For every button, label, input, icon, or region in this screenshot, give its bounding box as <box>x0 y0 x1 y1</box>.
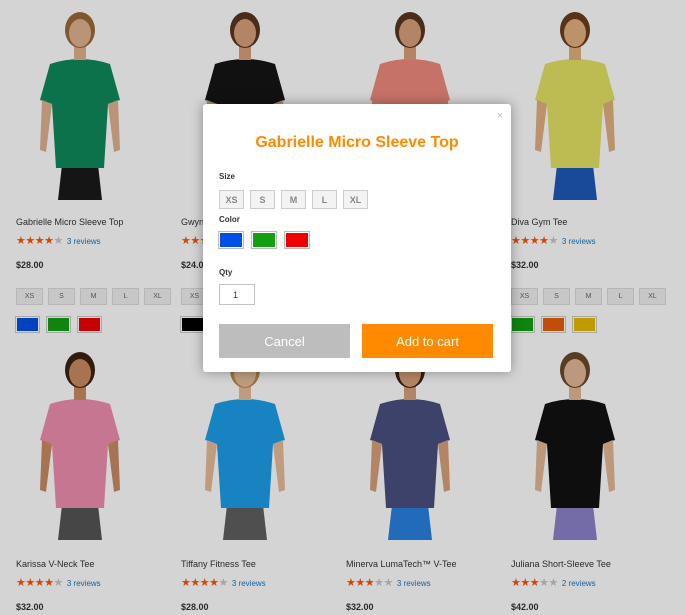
color-swatch-green[interactable] <box>251 231 277 249</box>
size-option-m[interactable]: M <box>281 190 306 209</box>
modal-title: Gabrielle Micro Sleeve Top <box>255 134 459 151</box>
size-option-xl[interactable]: XL <box>343 190 368 209</box>
close-icon[interactable]: × <box>497 110 503 122</box>
size-option-l[interactable]: L <box>312 190 337 209</box>
color-label: Color <box>219 215 240 224</box>
color-options <box>218 231 310 249</box>
color-swatch-blue[interactable] <box>218 231 244 249</box>
size-label: Size <box>219 172 236 181</box>
color-swatch-red[interactable] <box>284 231 310 249</box>
size-options: XS S M L XL <box>219 190 368 209</box>
add-to-cart-modal: × Gabrielle Micro Sleeve Top Size XS S M… <box>203 104 511 372</box>
qty-label: Qty <box>219 268 233 277</box>
size-option-xs[interactable]: XS <box>219 190 244 209</box>
size-option-s[interactable]: S <box>250 190 275 209</box>
cancel-button[interactable]: Cancel <box>219 324 350 358</box>
qty-input[interactable] <box>219 284 255 305</box>
add-to-cart-button[interactable]: Add to cart <box>362 324 493 358</box>
